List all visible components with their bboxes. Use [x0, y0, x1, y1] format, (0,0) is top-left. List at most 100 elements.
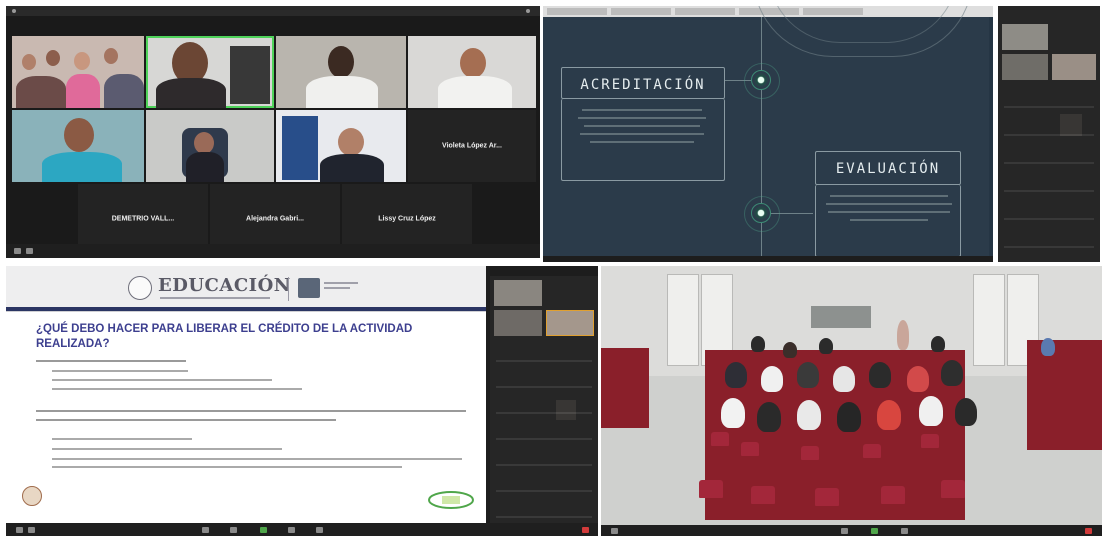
- participant-thumbnail[interactable]: [494, 280, 542, 306]
- participant-name: Alejandra Gabri...: [246, 215, 304, 223]
- participant-thumbnail[interactable]: [546, 310, 594, 336]
- participants-icon[interactable]: [841, 528, 848, 534]
- student: [907, 366, 929, 392]
- share-screen-icon[interactable]: [260, 527, 267, 533]
- window-icon: [12, 9, 16, 13]
- participant-thumbnail[interactable]: [1002, 54, 1048, 80]
- illegible-text-line: [36, 419, 336, 421]
- video-tile-group[interactable]: [12, 36, 144, 108]
- student: [955, 398, 977, 426]
- video-icon[interactable]: [28, 527, 35, 533]
- video-icon[interactable]: [26, 248, 33, 254]
- student: [751, 336, 765, 352]
- record-icon[interactable]: [901, 528, 908, 534]
- participant-list[interactable]: [496, 346, 592, 518]
- standing-person: [897, 320, 909, 350]
- evaluacion-title-box: EVALUACIÓN: [815, 151, 961, 185]
- video-tile-participant[interactable]: [12, 110, 144, 182]
- mute-icon[interactable]: [16, 527, 23, 533]
- reactions-icon[interactable]: [316, 527, 323, 533]
- evaluacion-body-box: [815, 185, 961, 257]
- footer-seal-icon: [22, 486, 42, 506]
- illegible-text-line: [578, 117, 706, 119]
- door: [667, 274, 699, 366]
- illegible-bullet-line: [52, 388, 302, 390]
- video-tile-participant[interactable]: [146, 36, 274, 108]
- illegible-bullet-line: [52, 466, 402, 468]
- window-statusbar: [543, 256, 993, 262]
- record-icon[interactable]: [288, 527, 295, 533]
- illegible-text-line: [36, 410, 466, 412]
- slide-header: EDUCACIÓN: [6, 266, 486, 312]
- illegible-text-line: [826, 203, 952, 205]
- student: [877, 400, 901, 430]
- video-tile-participant[interactable]: [276, 110, 406, 182]
- student: [725, 362, 747, 388]
- video-tile-participant[interactable]: [146, 110, 274, 182]
- participant-face: [338, 128, 364, 156]
- close-icon[interactable]: [526, 9, 530, 13]
- mute-icon[interactable]: [611, 528, 618, 534]
- slide-question-heading: ¿QUÉ DEBO HACER PARA LIBERAR EL CRÉDITO …: [36, 323, 413, 350]
- student: [783, 342, 797, 358]
- student: [869, 362, 891, 388]
- participant-list[interactable]: [1004, 90, 1094, 260]
- header-divider: [288, 277, 289, 301]
- participant-thumbnail[interactable]: [1052, 54, 1096, 80]
- leave-icon[interactable]: [1085, 528, 1092, 534]
- acreditacion-title-box: ACREDITACIÓN: [561, 67, 725, 99]
- illegible-text-line: [584, 125, 700, 127]
- illegible-text-line: [850, 219, 928, 221]
- classroom-camera-view: [601, 266, 1102, 536]
- video-tile-participant[interactable]: Violeta López Ar...: [408, 110, 536, 182]
- leave-icon[interactable]: [582, 527, 589, 533]
- student: [797, 400, 821, 430]
- participant-strip: [998, 6, 1100, 262]
- meeting-toolbar: [6, 523, 598, 536]
- seat: [815, 488, 839, 506]
- share-screen-icon[interactable]: [871, 528, 878, 534]
- shared-screen-window: ACREDITACIÓN EVALUACIÓN: [543, 6, 993, 262]
- student: [721, 398, 745, 428]
- participant-body: [186, 152, 224, 182]
- timeline-node: [744, 196, 780, 232]
- browser-tab[interactable]: [675, 8, 735, 15]
- presentation-slide: ACREDITACIÓN EVALUACIÓN: [543, 6, 989, 258]
- seat: [699, 480, 723, 498]
- browser-tab[interactable]: [547, 8, 607, 15]
- student: [833, 366, 855, 392]
- participant-thumbnail[interactable]: [1002, 24, 1048, 50]
- participant-face: [64, 118, 94, 152]
- chat-icon[interactable]: [230, 527, 237, 533]
- seat: [711, 432, 729, 446]
- student: [931, 336, 945, 352]
- illegible-bullet-line: [52, 379, 272, 381]
- participant-face: [74, 52, 90, 70]
- door: [973, 274, 1005, 366]
- participant-body: [42, 152, 122, 182]
- video-tile-participant[interactable]: [408, 36, 536, 108]
- video-tile-participant[interactable]: [276, 36, 406, 108]
- seat: [863, 444, 881, 458]
- seat: [881, 486, 905, 504]
- zoom-gallery-window: Violeta López Ar... DEMETRIO VALL... Ale…: [6, 6, 540, 258]
- student: [797, 362, 819, 388]
- mute-icon[interactable]: [14, 248, 21, 254]
- acreditacion-body-box: [561, 99, 725, 181]
- student: [819, 338, 833, 354]
- student: [757, 402, 781, 432]
- browser-tab[interactable]: [611, 8, 671, 15]
- seat-block-left: [601, 348, 649, 428]
- illegible-text-line: [36, 360, 186, 362]
- participant-face: [194, 132, 214, 154]
- meeting-toolbar: [601, 525, 1102, 536]
- seat-block-right: [1027, 340, 1102, 450]
- illegible-bullet-line: [52, 370, 188, 372]
- participant-face: [460, 48, 486, 78]
- government-seal-icon: [128, 276, 152, 300]
- participant-thumbnail[interactable]: [494, 310, 542, 336]
- tec-logo-icon: [428, 491, 474, 509]
- participants-icon[interactable]: [202, 527, 209, 533]
- student: [1041, 338, 1055, 356]
- participant-face: [22, 54, 36, 70]
